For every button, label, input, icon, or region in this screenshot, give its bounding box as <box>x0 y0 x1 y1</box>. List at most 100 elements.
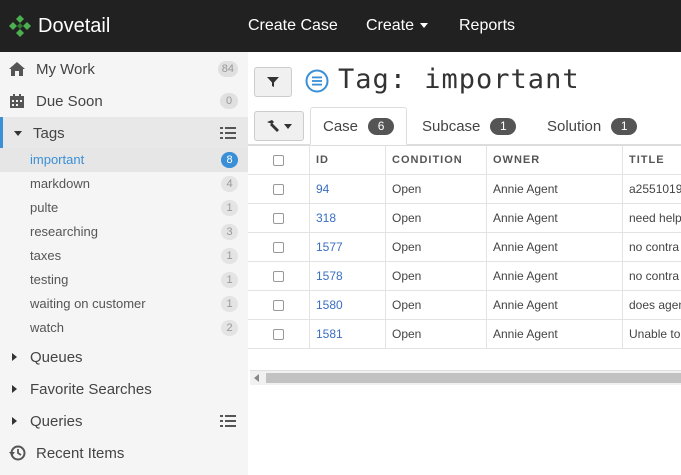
nav-reports[interactable]: Reports <box>459 0 515 52</box>
filter-icon <box>267 77 279 87</box>
tag-count-badge: 2 <box>221 320 238 336</box>
tag-count-badge: 4 <box>221 176 238 192</box>
owner-cell: Annie Agent <box>487 204 623 233</box>
sidebar-item-label: Tags <box>33 124 65 142</box>
sidebar-item-tags[interactable]: Tags <box>0 117 248 149</box>
tab-case[interactable]: Case 6 <box>310 107 407 145</box>
tag-label: waiting on customer <box>30 296 146 311</box>
tab-subcase[interactable]: Subcase 1 <box>422 107 517 145</box>
history-icon <box>8 444 26 462</box>
owner-cell: Annie Agent <box>487 320 623 349</box>
tag-item-markdown[interactable]: markdown 4 <box>0 172 248 196</box>
title-cell: no contra <box>623 262 681 291</box>
tag-item-waiting-on-customer[interactable]: waiting on customer 1 <box>0 292 248 316</box>
tag-item-testing[interactable]: testing 1 <box>0 268 248 292</box>
condition-cell: Open <box>386 233 487 262</box>
tab-solution[interactable]: Solution 1 <box>547 107 638 145</box>
sidebar-item-label: My Work <box>36 60 95 78</box>
case-id-link[interactable]: 1581 <box>310 320 386 349</box>
list-icon[interactable] <box>220 414 236 428</box>
tag-count-badge: 8 <box>221 152 238 168</box>
case-id-link[interactable]: 318 <box>310 204 386 233</box>
title-cell: need help <box>623 204 681 233</box>
row-checkbox-cell <box>248 291 310 320</box>
title-cell: Unable to <box>623 320 681 349</box>
case-id-link[interactable]: 1577 <box>310 233 386 262</box>
chevron-right-icon <box>12 353 17 361</box>
sidebar-item-favorite-searches[interactable]: Favorite Searches <box>0 373 248 405</box>
tag-label: watch <box>30 320 64 335</box>
case-id-link[interactable]: 1580 <box>310 291 386 320</box>
tab-label: Solution <box>547 117 602 135</box>
row-checkbox[interactable] <box>273 329 284 340</box>
select-all-header <box>248 146 310 175</box>
scrollbar-thumb[interactable] <box>266 373 681 383</box>
home-icon <box>8 60 26 78</box>
tag-item-researching[interactable]: researching 3 <box>0 220 248 244</box>
tag-item-pulte[interactable]: pulte 1 <box>0 196 248 220</box>
condition-cell: Open <box>386 262 487 291</box>
sidebar-item-label: Recent Items <box>36 444 125 462</box>
count-badge: 84 <box>217 61 238 77</box>
owner-cell: Annie Agent <box>487 262 623 291</box>
condition-cell: Open <box>386 204 487 233</box>
column-header-owner[interactable]: OWNER <box>487 146 623 175</box>
nav-create-label: Create <box>366 17 415 34</box>
tag-count-badge: 1 <box>221 200 238 216</box>
sidebar-item-my-work[interactable]: My Work 84 <box>0 53 248 85</box>
tools-dropdown-button[interactable] <box>254 111 304 141</box>
tag-item-important[interactable]: important 8 <box>0 148 248 172</box>
filter-button[interactable] <box>254 67 292 97</box>
sidebar-item-queries[interactable]: Queries <box>0 405 248 437</box>
column-header-id[interactable]: ID <box>310 146 386 175</box>
sidebar-item-due-soon[interactable]: Due Soon 0 <box>0 85 248 117</box>
tag-label: markdown <box>30 176 90 191</box>
row-checkbox[interactable] <box>273 213 284 224</box>
sidebar-item-queues[interactable]: Queues <box>0 341 248 373</box>
chevron-down-icon <box>284 123 292 129</box>
sidebar: My Work 84 Due Soon 0 Tags important 8 m… <box>0 52 248 475</box>
list-icon[interactable] <box>220 126 236 140</box>
row-checkbox[interactable] <box>273 300 284 311</box>
select-all-checkbox[interactable] <box>273 155 284 166</box>
tag-label: important <box>30 152 85 167</box>
chevron-right-icon <box>12 417 17 425</box>
tag-count-badge: 1 <box>221 296 238 312</box>
sidebar-item-label: Queues <box>30 348 83 366</box>
nav-create-case[interactable]: Create Case <box>248 0 338 52</box>
dovetail-logo-icon <box>9 15 31 37</box>
sidebar-item-label: Favorite Searches <box>30 380 152 398</box>
tag-list-icon <box>305 69 329 93</box>
row-checkbox[interactable] <box>273 271 284 282</box>
column-header-condition[interactable]: CONDITION <box>386 146 487 175</box>
brand[interactable]: Dovetail <box>8 14 110 38</box>
page-title: Tag: important <box>338 64 580 95</box>
row-checkbox[interactable] <box>273 242 284 253</box>
tab-count-badge: 6 <box>368 117 395 135</box>
condition-cell: Open <box>386 320 487 349</box>
case-id-link[interactable]: 94 <box>310 175 386 204</box>
horizontal-scrollbar[interactable] <box>250 370 681 385</box>
sidebar-item-label: Queries <box>30 412 83 430</box>
count-badge: 0 <box>220 93 238 109</box>
row-checkbox-cell <box>248 204 310 233</box>
row-checkbox[interactable] <box>273 184 284 195</box>
chevron-down-icon <box>420 23 429 29</box>
title-cell: does agen <box>623 291 681 320</box>
sidebar-item-recent-items[interactable]: Recent Items <box>0 437 248 469</box>
row-checkbox-cell <box>248 233 310 262</box>
case-id-link[interactable]: 1578 <box>310 262 386 291</box>
scroll-left-arrow-icon[interactable] <box>254 374 259 382</box>
tag-count-badge: 3 <box>221 224 238 240</box>
column-header-title[interactable]: TITLE <box>623 146 681 175</box>
condition-cell: Open <box>386 291 487 320</box>
nav-create-dropdown[interactable]: Create <box>366 0 429 52</box>
tab-label: Case <box>323 117 359 135</box>
results-table: ID CONDITION OWNER TITLE 94 Open Annie A… <box>248 145 681 350</box>
sidebar-item-label: Due Soon <box>36 92 103 110</box>
owner-cell: Annie Agent <box>487 175 623 204</box>
tag-item-watch[interactable]: watch 2 <box>0 316 248 340</box>
tag-label: pulte <box>30 200 59 215</box>
tag-item-taxes[interactable]: taxes 1 <box>0 244 248 268</box>
tag-label: researching <box>30 224 98 239</box>
